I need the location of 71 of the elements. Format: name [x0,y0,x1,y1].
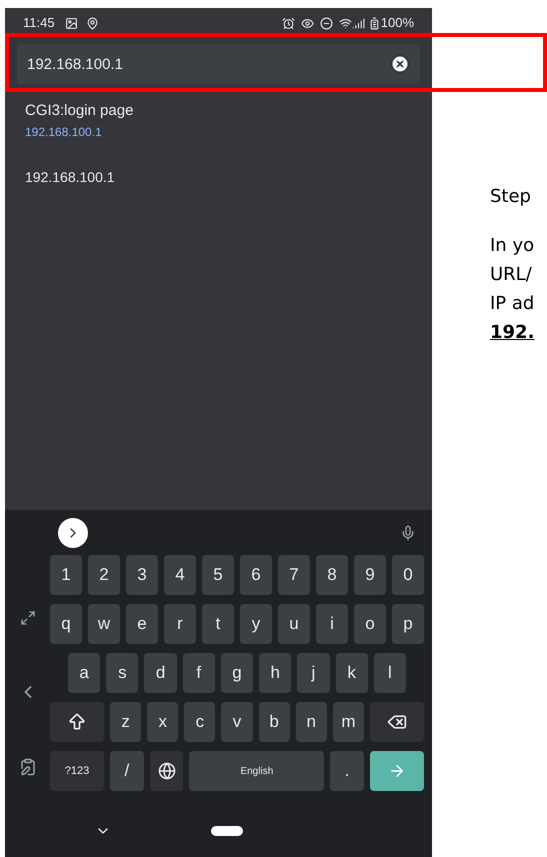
keyboard-key[interactable]: 9 [354,555,386,595]
language-key[interactable] [150,751,184,791]
globe-icon [158,762,176,780]
keyboard-key[interactable]: i [316,604,348,644]
battery-percent: 100% [380,14,414,32]
keyboard-key[interactable]: 6 [240,555,272,595]
symbols-key[interactable]: ?123 [50,751,104,791]
keyboard-key[interactable]: n [296,702,327,742]
document-text: 192. [490,321,534,345]
do-not-disturb-icon [320,16,333,30]
keyboard-key[interactable]: 8 [316,555,348,595]
keyboard-key[interactable]: . [330,751,364,791]
keyboard-key[interactable]: 2 [88,555,120,595]
keyboard-key[interactable]: c [184,702,216,742]
keyboard-key[interactable]: r [164,604,196,644]
keyboard-key[interactable]: j [297,653,330,693]
document-text: In yo [490,234,534,258]
expand-toolbar-button[interactable] [58,518,88,548]
document-text: IP ad [490,292,534,316]
microphone-icon[interactable] [400,524,416,540]
keyboard-key[interactable]: u [278,604,310,644]
keyboard-key[interactable]: y [240,604,272,644]
suggestion-item[interactable]: 192.168.100.1 [5,146,432,194]
shift-key[interactable] [50,702,104,742]
keyboard-key[interactable]: a [68,653,100,693]
keyboard-key[interactable]: b [258,702,290,742]
space-key[interactable]: English [189,751,324,791]
suggestion-url: 192.168.100.1 [25,168,116,186]
document-text: Step [490,185,532,209]
keyboard-key[interactable]: v [221,702,253,742]
backspace-key[interactable] [370,702,424,742]
keyboard-key[interactable]: l [374,653,406,693]
keyboard-key[interactable]: 3 [126,555,158,595]
keyboard-key[interactable]: 5 [202,555,234,595]
keyboard-key[interactable]: m [332,702,364,742]
keyboard-key[interactable]: 0 [392,555,424,595]
keyboard-key[interactable]: q [50,604,82,644]
wifi-icon [338,16,352,30]
keyboard-key[interactable]: x [147,702,178,742]
keyboard-key[interactable]: 7 [278,555,310,595]
shift-icon [67,712,87,732]
keyboard-key[interactable]: k [336,653,368,693]
alarm-icon [282,16,295,30]
keyboard-key[interactable]: e [126,604,158,644]
keyboard-key[interactable]: / [110,751,144,791]
keyboard-key[interactable]: w [88,604,120,644]
keyboard-key[interactable]: f [182,653,215,693]
clipboard-icon[interactable] [18,758,36,776]
keyboard-key[interactable]: 4 [164,555,196,595]
keyboard-key[interactable]: p [392,604,424,644]
address-field[interactable]: 192.168.100.1 [17,44,420,84]
status-time: 11:45 [23,14,55,32]
suggestion-url: 192.168.100.1 [25,124,103,140]
document-text: URL/ [490,263,533,287]
expand-icon[interactable] [20,610,36,626]
keyboard-key[interactable]: t [202,604,234,644]
keyboard-key[interactable]: d [144,653,177,693]
keyboard-key[interactable]: h [259,653,292,693]
battery-icon [368,16,381,30]
keyboard-key[interactable]: s [106,653,138,693]
signal-icon [352,16,365,30]
keyboard-key[interactable]: o [354,604,386,644]
keyboard-key[interactable]: g [220,653,254,693]
suggestion-title: CGI3:login page [25,101,134,121]
location-icon [86,16,99,30]
suggestion-item[interactable]: CGI3:login page 192.168.100.1 [5,94,432,146]
image-icon [64,16,78,30]
eye-icon [300,16,314,30]
keyboard-key[interactable]: 1 [50,555,82,595]
home-pill[interactable] [211,826,243,836]
keyboard-key[interactable]: z [110,702,142,742]
